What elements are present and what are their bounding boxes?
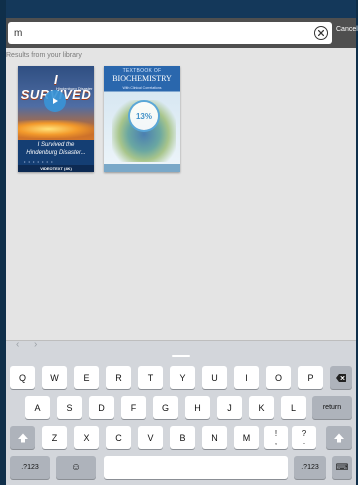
shift-icon xyxy=(334,433,344,442)
numbers-key-left[interactable]: .?123 xyxy=(10,456,50,479)
key-period-label: . xyxy=(302,436,306,446)
book-dots: • • • • • • • xyxy=(24,159,54,164)
key-question-period[interactable]: ? . xyxy=(292,426,316,449)
delete-key[interactable] xyxy=(330,366,352,389)
key-i[interactable]: I xyxy=(234,366,259,389)
key-exclaim-comma[interactable]: ! , xyxy=(264,426,288,449)
chevron-right-icon[interactable]: › xyxy=(34,339,37,350)
book-caption: I Survived the Hindenburg Disaster... xyxy=(18,142,94,157)
key-l[interactable]: L xyxy=(281,396,306,419)
key-a[interactable]: A xyxy=(25,396,50,419)
key-b[interactable]: B xyxy=(170,426,195,449)
book-i-survived[interactable]: I SURVIVED Hindenburg Disaster I Survive… xyxy=(18,66,94,172)
keyboard-handle[interactable] xyxy=(172,355,190,357)
key-d[interactable]: D xyxy=(89,396,114,419)
key-y[interactable]: Y xyxy=(170,366,195,389)
key-s[interactable]: S xyxy=(57,396,82,419)
key-f[interactable]: F xyxy=(121,396,146,419)
play-button[interactable] xyxy=(44,90,66,112)
emoji-icon: ☺ xyxy=(70,461,82,473)
backspace-icon xyxy=(336,373,346,382)
book-cover-art xyxy=(18,120,94,138)
results-section-label: Results from your library xyxy=(6,52,82,59)
keyboard-icon: ⌨ xyxy=(335,462,349,472)
key-q[interactable]: Q xyxy=(10,366,35,389)
chevron-left-icon[interactable]: ‹ xyxy=(16,339,19,350)
keyboard-dismiss-key[interactable]: ⌨ xyxy=(332,456,352,479)
emoji-key[interactable]: ☺ xyxy=(56,456,96,479)
key-r[interactable]: R xyxy=(106,366,131,389)
book-cover-footer xyxy=(104,164,180,172)
book-caption-line1: I Survived the xyxy=(37,142,75,148)
book-cover-subtitle: With Clinical Correlations xyxy=(122,86,162,90)
key-g[interactable]: G xyxy=(153,396,178,419)
status-bar xyxy=(6,0,356,18)
key-o[interactable]: O xyxy=(266,366,291,389)
key-v[interactable]: V xyxy=(138,426,163,449)
book-caption-line2: Hindenburg Disaster... xyxy=(26,149,86,156)
search-input[interactable] xyxy=(14,25,294,41)
book-footer: VIDEOTEXT (4K) xyxy=(18,165,94,172)
key-m[interactable]: M xyxy=(234,426,259,449)
space-key[interactable] xyxy=(104,456,288,479)
book-cover-subtitle: Hindenburg Disaster xyxy=(56,86,93,91)
clear-search-button[interactable] xyxy=(314,26,328,40)
shift-key-left[interactable] xyxy=(10,426,35,449)
book-cover-title: BIOCHEMISTRY xyxy=(112,74,172,83)
close-icon xyxy=(317,29,325,37)
key-n[interactable]: N xyxy=(202,426,227,449)
numbers-key-right[interactable]: .?123 xyxy=(294,456,326,479)
key-x[interactable]: X xyxy=(74,426,99,449)
key-j[interactable]: J xyxy=(217,396,242,419)
key-u[interactable]: U xyxy=(202,366,227,389)
key-comma-label: , xyxy=(274,436,278,446)
key-p[interactable]: P xyxy=(298,366,323,389)
search-field[interactable] xyxy=(8,22,332,44)
app-frame: Cancel Results from your library I SURVI… xyxy=(0,0,358,485)
key-t[interactable]: T xyxy=(138,366,163,389)
reading-progress-badge: 13% xyxy=(130,102,158,130)
return-key[interactable]: return xyxy=(312,396,352,419)
play-icon xyxy=(53,98,58,104)
key-w[interactable]: W xyxy=(42,366,67,389)
cancel-button[interactable]: Cancel xyxy=(336,26,358,33)
shift-key-right[interactable] xyxy=(326,426,352,449)
key-c[interactable]: C xyxy=(106,426,131,449)
shift-icon xyxy=(17,433,28,442)
key-e[interactable]: E xyxy=(74,366,99,389)
key-k[interactable]: K xyxy=(249,396,274,419)
key-z[interactable]: Z xyxy=(42,426,67,449)
keyboard-suggestion-bar xyxy=(6,341,356,353)
key-h[interactable]: H xyxy=(185,396,210,419)
